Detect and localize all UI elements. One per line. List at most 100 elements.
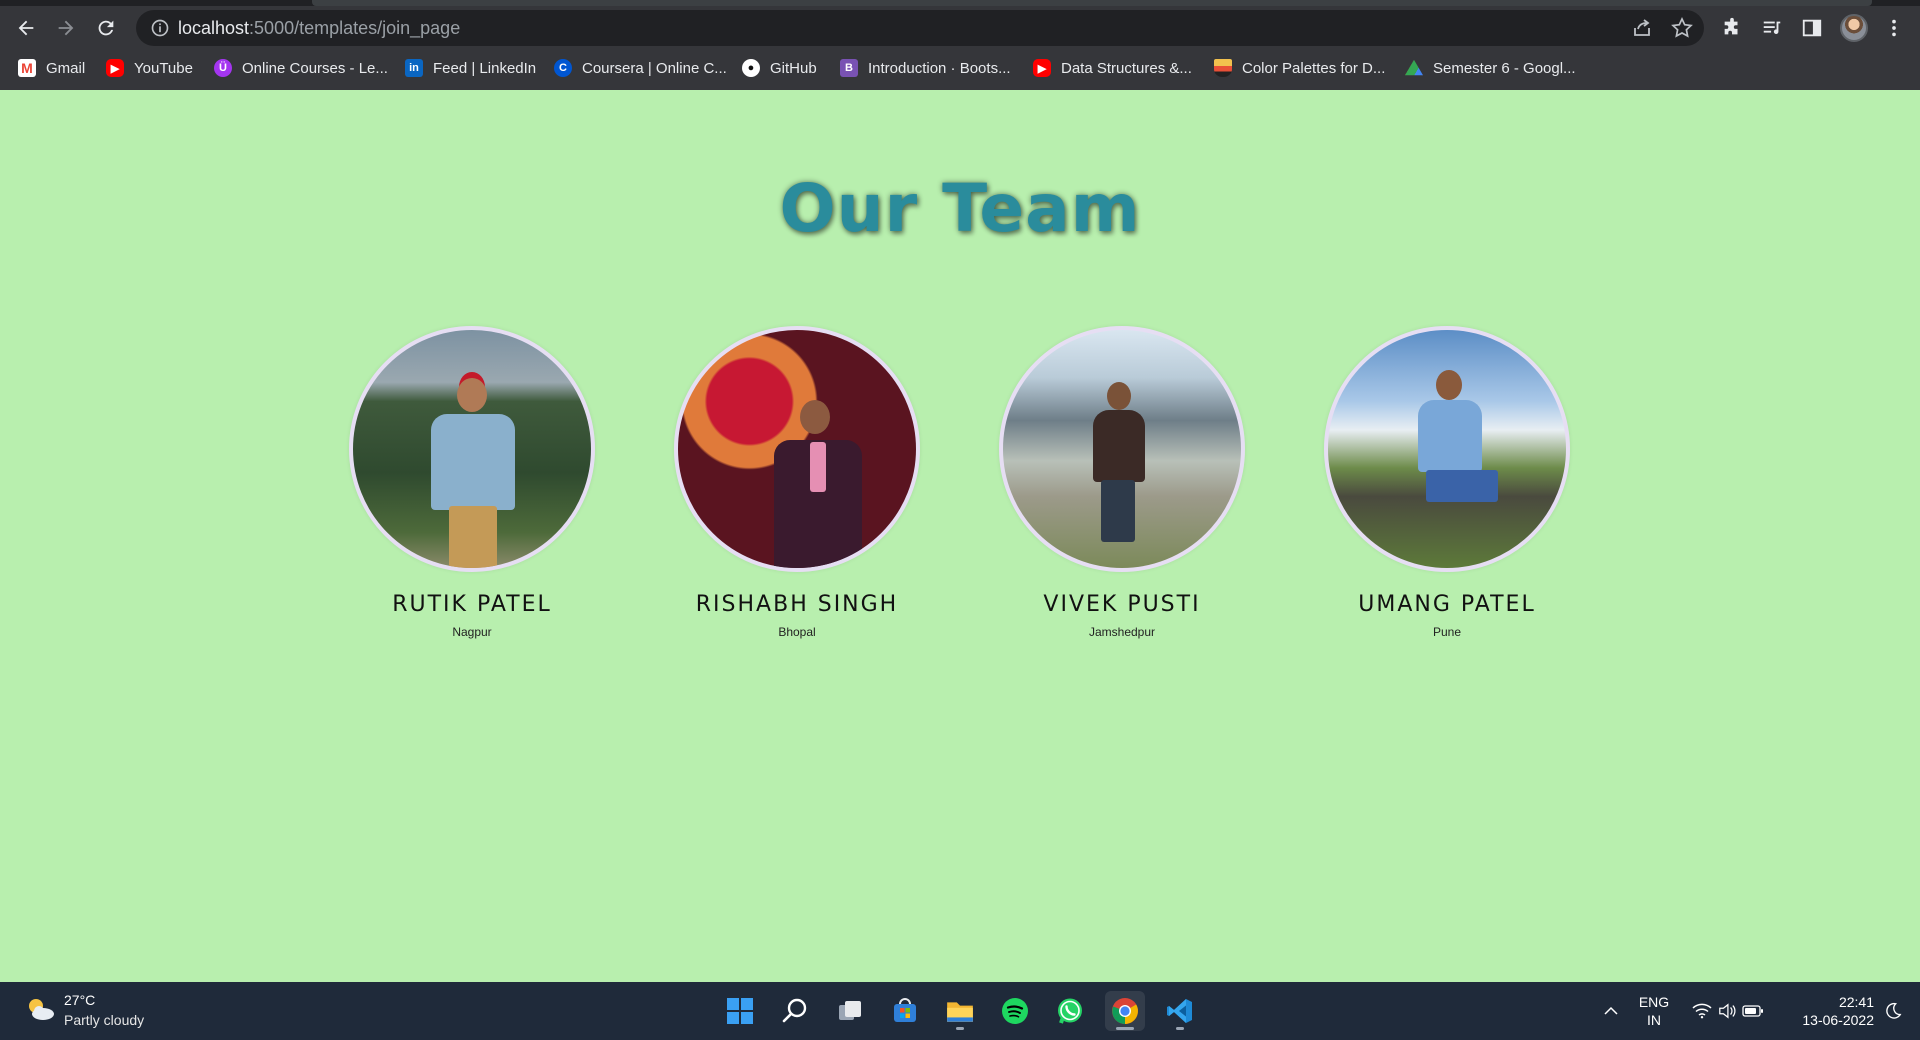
media-control-button[interactable]	[1758, 14, 1786, 42]
browser-chrome: localhost:5000/templates/join_page M Gma…	[0, 0, 1920, 90]
menu-button[interactable]	[1880, 14, 1908, 42]
side-panel-icon	[1802, 19, 1822, 37]
palette-icon	[1214, 59, 1232, 77]
url-host: localhost	[178, 18, 250, 38]
weather-description[interactable]: Partly cloudy	[64, 1012, 144, 1028]
vscode-icon	[1167, 999, 1192, 1023]
whatsapp-button[interactable]	[1050, 991, 1090, 1031]
quick-settings-button[interactable]	[1686, 982, 1770, 1040]
bookmark-label: YouTube	[134, 59, 193, 77]
running-indicator	[956, 1027, 964, 1030]
clock-time: 22:41	[1838, 994, 1874, 1010]
bookmark-data-structures[interactable]: ▶ Data Structures &...	[1033, 56, 1192, 80]
gmail-icon: M	[18, 59, 36, 77]
bootstrap-icon: B	[840, 59, 858, 77]
bookmark-label: Feed | LinkedIn	[433, 59, 537, 77]
member-name: UMANG PATEL	[1358, 592, 1536, 617]
bookmark-label: Coursera | Online C...	[582, 59, 727, 77]
bookmark-bootstrap[interactable]: B Introduction · Boots...	[840, 56, 1011, 80]
bookmark-gmail[interactable]: M Gmail	[18, 56, 85, 80]
google-drive-icon	[1405, 59, 1423, 76]
clock-date: 13-06-2022	[1802, 1012, 1874, 1028]
start-button[interactable]	[720, 991, 760, 1031]
windows-start-icon	[727, 998, 753, 1024]
focus-assist-button[interactable]	[1878, 982, 1908, 1040]
partly-cloudy-icon[interactable]	[24, 995, 56, 1023]
wifi-icon	[1692, 1003, 1712, 1019]
forward-button[interactable]	[50, 12, 82, 44]
task-view-icon	[839, 1001, 861, 1020]
profile-avatar[interactable]	[1840, 14, 1868, 42]
region-code: IN	[1647, 1012, 1661, 1028]
arrow-left-icon	[18, 20, 34, 36]
moon-icon	[1886, 1002, 1902, 1019]
bookmarks-bar: M Gmail ▶ YouTube Ü Online Courses - Le.…	[0, 52, 1920, 84]
member-name: RISHABH SINGH	[695, 592, 899, 617]
bookmark-youtube[interactable]: ▶ YouTube	[106, 56, 193, 80]
bookmark-linkedin[interactable]: in Feed | LinkedIn	[405, 56, 536, 80]
info-icon[interactable]	[150, 18, 170, 38]
show-hidden-icons-button[interactable]	[1596, 982, 1626, 1040]
side-panel-button[interactable]	[1798, 14, 1826, 42]
search-icon	[782, 998, 807, 1023]
microsoft-store-button[interactable]	[885, 991, 925, 1031]
bookmark-label: Color Palettes for D...	[1242, 59, 1386, 77]
chevron-up-icon	[1604, 1006, 1618, 1015]
team-member-card: RISHABH SINGH Bhopal	[672, 326, 922, 639]
file-explorer-button[interactable]	[940, 991, 980, 1031]
task-view-button[interactable]	[830, 991, 870, 1031]
bookmark-star-icon[interactable]	[1670, 16, 1694, 40]
bookmark-github[interactable]: ● GitHub	[742, 56, 817, 80]
url-path: :5000/templates/join_page	[249, 18, 461, 38]
team-member-card: UMANG PATEL Pune	[1322, 326, 1572, 639]
language-indicator[interactable]: ENG IN	[1632, 982, 1676, 1040]
member-name: RUTIK PATEL	[392, 592, 552, 617]
search-button[interactable]	[775, 991, 815, 1031]
coursera-icon: C	[554, 59, 572, 77]
microsoft-store-icon	[894, 998, 916, 1022]
member-photo	[674, 326, 920, 572]
page-title: Our Team	[779, 170, 1141, 247]
member-name: VIVEK PUSTI	[1043, 592, 1201, 617]
windows-taskbar: 27°C Partly cloudy ENG IN 22:41 13-06-20…	[0, 982, 1920, 1040]
back-button[interactable]	[10, 12, 42, 44]
linkedin-icon: in	[405, 59, 423, 77]
language-code: ENG	[1638, 994, 1670, 1010]
playlist-icon	[1763, 21, 1781, 35]
team-member-card: RUTIK PATEL Nagpur	[347, 326, 597, 639]
chrome-icon	[1112, 998, 1138, 1024]
weather-temperature[interactable]: 27°C	[64, 992, 95, 1008]
puzzle-icon	[1724, 17, 1738, 35]
udemy-icon: Ü	[214, 59, 232, 77]
bookmark-label: Introduction · Boots...	[868, 59, 1011, 77]
language-text: ENG IN	[1639, 993, 1669, 1029]
member-photo	[1324, 326, 1570, 572]
team-member-card: VIVEK PUSTI Jamshedpur	[997, 326, 1247, 639]
bookmark-label: Gmail	[46, 59, 86, 77]
chrome-button[interactable]	[1105, 991, 1145, 1031]
team-page: Our Team RUTIK PATEL Nagpur RISHABH SING…	[0, 90, 1920, 982]
bookmark-label: GitHub	[770, 59, 817, 77]
bookmark-coursera[interactable]: C Coursera | Online C...	[554, 56, 727, 80]
url-text[interactable]: localhost:5000/templates/join_page	[178, 18, 460, 38]
address-bar[interactable]: localhost:5000/templates/join_page	[136, 10, 1704, 46]
clock[interactable]: 22:41 13-06-2022	[1778, 982, 1874, 1040]
member-city: Jamshedpur	[1088, 625, 1156, 639]
extensions-button[interactable]	[1718, 14, 1746, 42]
bookmark-color-palettes[interactable]: Color Palettes for D...	[1214, 56, 1385, 80]
github-icon: ●	[742, 59, 760, 77]
vscode-button[interactable]	[1160, 991, 1200, 1031]
bookmark-google-drive[interactable]: Semester 6 - Googl...	[1405, 56, 1576, 80]
bookmark-udemy[interactable]: Ü Online Courses - Le...	[214, 56, 388, 80]
member-city: Pune	[1432, 625, 1462, 639]
bookmark-label: Semester 6 - Googl...	[1433, 59, 1576, 77]
spotify-button[interactable]	[995, 991, 1035, 1031]
reload-button[interactable]	[90, 12, 122, 44]
battery-icon	[1742, 1005, 1763, 1017]
bookmark-label: Online Courses - Le...	[242, 59, 388, 77]
share-icon[interactable]	[1630, 16, 1654, 40]
file-explorer-icon	[947, 1002, 973, 1022]
active-tab[interactable]	[312, 0, 1872, 6]
youtube-icon: ▶	[1033, 59, 1051, 77]
member-city: Nagpur	[452, 625, 492, 639]
